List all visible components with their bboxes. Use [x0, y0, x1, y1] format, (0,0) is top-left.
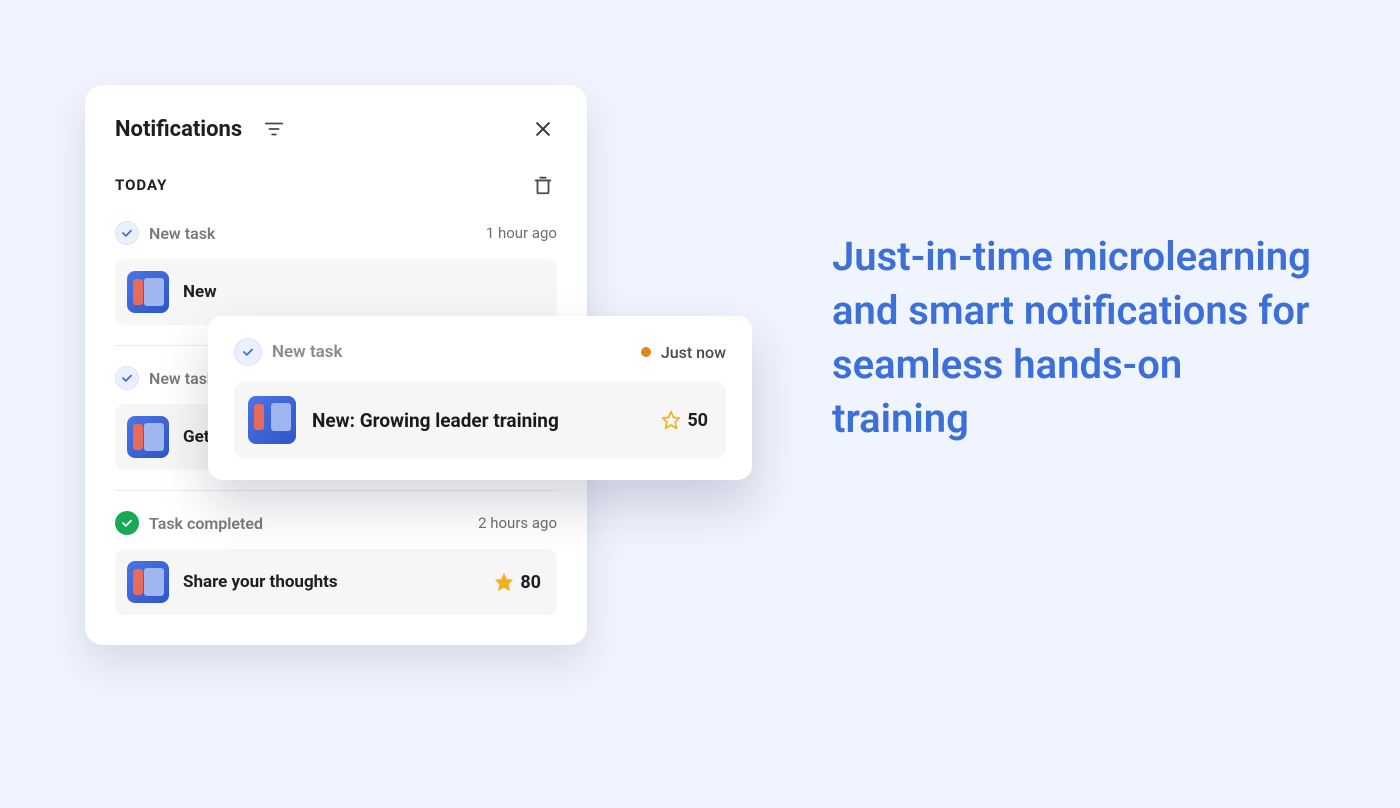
notification-title: New — [183, 282, 217, 302]
points-value: 80 — [520, 572, 541, 593]
toast-header: New task Just now — [234, 338, 726, 366]
points-badge: 50 — [661, 410, 708, 431]
notification-card[interactable]: Share your thoughts 80 — [115, 549, 557, 615]
hero-headline: Just-in-time microlearning and smart not… — [832, 230, 1312, 446]
toast-time: Just now — [661, 343, 726, 362]
panel-title-wrap: Notifications — [115, 115, 288, 143]
star-outline-icon — [661, 410, 681, 430]
section-header: TODAY — [115, 171, 557, 199]
hero-section: Just-in-time microlearning and smart not… — [832, 230, 1312, 446]
notification-meta: New task 1 hour ago — [115, 221, 557, 245]
toast-title: New: Growing leader training — [312, 409, 559, 432]
notification-thumbnail-icon — [127, 271, 169, 313]
new-task-icon — [115, 221, 139, 245]
section-label: TODAY — [115, 176, 167, 194]
notification-thumbnail-icon — [127, 416, 169, 458]
toast-card[interactable]: New: Growing leader training 50 — [234, 382, 726, 458]
notification-title: Share your thoughts — [183, 572, 338, 592]
task-completed-icon — [115, 511, 139, 535]
star-filled-icon — [494, 572, 514, 592]
notification-toast[interactable]: New task Just now New: Growing leader tr… — [208, 316, 752, 480]
trash-icon[interactable] — [529, 171, 557, 199]
points-value: 50 — [687, 410, 708, 431]
panel-header: Notifications — [115, 115, 557, 143]
new-task-icon — [234, 338, 262, 366]
notification-status-label: New task — [149, 224, 215, 243]
panel-title: Notifications — [115, 117, 242, 142]
notification-time: 1 hour ago — [486, 224, 557, 242]
new-task-icon — [115, 366, 139, 390]
points-badge: 80 — [494, 572, 541, 593]
live-dot-icon — [641, 347, 651, 357]
notification-item[interactable]: Task completed 2 hours ago Share your th… — [115, 511, 557, 619]
notification-status-label: New task — [149, 369, 215, 388]
toast-status-label: New task — [272, 342, 343, 362]
notification-meta: Task completed 2 hours ago — [115, 511, 557, 535]
notification-time: 2 hours ago — [478, 514, 557, 532]
close-icon[interactable] — [529, 115, 557, 143]
notification-thumbnail-icon — [248, 396, 296, 444]
notification-status-label: Task completed — [149, 514, 263, 533]
notification-thumbnail-icon — [127, 561, 169, 603]
filter-icon[interactable] — [260, 115, 288, 143]
